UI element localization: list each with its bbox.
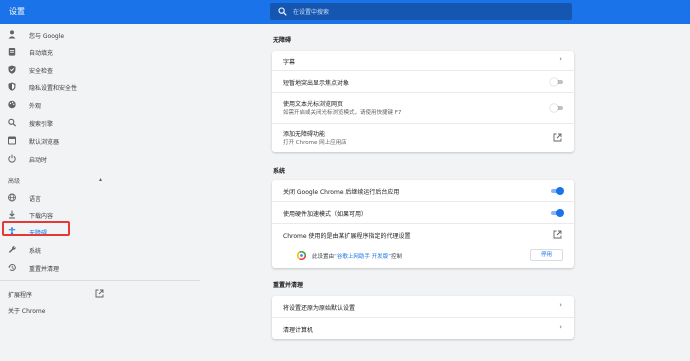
advanced-label: 高级 [8,178,21,185]
sidebar-item-system[interactable]: 系统 [8,243,188,257]
hardware-acceleration-label: 使用硬件加速模式（如果可用） [283,211,368,218]
open-in-new-icon [553,230,562,239]
sidebar: 您与 Google 自动填充 安全检查 隐私设置和安全性 外观 搜索引擎 默认浏… [0,24,200,361]
history-icon [8,264,16,271]
captions-label: 字幕 [283,59,296,66]
search-placeholder: 在设置中搜索 [293,9,330,16]
sidebar-item-you-and-google[interactable]: 您与 Google [8,28,188,42]
search-engine-icon [8,118,16,127]
focus-highlight-label: 短暂地突出显示焦点对象 [283,80,350,87]
chevron-right-icon: › [559,323,562,331]
open-in-new-icon [553,133,562,142]
cleanup-computer-row[interactable]: 清理计算机 › [272,318,574,339]
sidebar-divider [0,280,200,281]
accessibility-section-title: 无障碍 [273,37,292,44]
policy-extension-link[interactable]: “谷歌上网助手 开发版” [334,254,391,260]
chevron-up-icon: ▴ [98,176,102,183]
sidebar-item-downloads[interactable]: 下载内容 [8,208,188,222]
cleanup-computer-label: 清理计算机 [283,327,314,334]
add-features-label: 添加无障碍功能 [283,131,326,138]
sidebar-item-reset[interactable]: 重置并清理 [8,261,188,275]
extension-logo-icon [297,251,306,260]
caret-browsing-toggle[interactable] [550,104,564,112]
settings-title: 设置 [9,7,25,16]
background-apps-label: 关闭 Google Chrome 后继续运行后台应用 [283,189,400,196]
open-in-new-icon [95,289,104,298]
sidebar-item-label: 重置并清理 [29,266,60,273]
focus-highlight-toggle[interactable] [550,78,564,86]
sidebar-item-default-browser[interactable]: 默认浏览器 [8,134,188,148]
sidebar-item-label: 下载内容 [29,213,54,220]
sidebar-item-label: 系统 [29,248,42,255]
system-section-title: 系统 [273,168,286,175]
captions-row[interactable]: 字幕 › [272,51,574,70]
focus-highlight-row[interactable]: 短暂地突出显示焦点对象 [272,71,574,92]
sidebar-item-label: 外观 [29,103,42,110]
sidebar-item-label: 扩展程序 [8,292,33,299]
browser-window-icon [8,136,16,145]
sidebar-item-label: 默认浏览器 [29,139,60,146]
sidebar-item-search-engine[interactable]: 搜索引擎 [8,116,188,130]
top-bar: 设置 在设置中搜索 [0,0,690,24]
download-icon [9,210,15,219]
system-card: 关闭 Google Chrome 后继续运行后台应用 使用硬件加速模式（如果可用… [272,180,574,268]
accessibility-card: 字幕 › 短暂地突出显示焦点对象 使用文本光标浏览网页 如需开启或关闭光标浏览模… [272,51,574,152]
proxy-settings-row[interactable]: Chrome 使用的是由某扩展程序指定的代理设置 [272,224,574,245]
person-icon [8,30,16,39]
advanced-section-toggle[interactable]: 高级 ▴ [8,175,102,185]
highlight-box [2,221,70,236]
power-icon [8,154,16,163]
sidebar-item-languages[interactable]: 语言 [8,191,188,205]
wrench-icon [8,246,16,253]
add-accessibility-features-row[interactable]: 添加无障碍功能 打开 Chrome 网上应用店 [272,124,574,152]
sidebar-item-privacy[interactable]: 隐私设置和安全性 [8,80,188,94]
search-input[interactable]: 在设置中搜索 [270,3,572,20]
sidebar-item-extensions[interactable]: 扩展程序 [8,288,104,300]
caret-browsing-label: 使用文本光标浏览网页 [283,101,344,108]
caret-browsing-row[interactable]: 使用文本光标浏览网页 如需开启或关闭光标浏览模式，请使用快捷键 F7 [272,93,574,123]
shield-icon [8,65,16,74]
sidebar-item-label: 启动时 [29,157,48,164]
sidebar-item-label: 语言 [29,196,42,203]
globe-icon [8,193,16,202]
search-icon [278,7,287,16]
disable-extension-button[interactable]: 停用 [530,249,563,261]
proxy-settings-label: Chrome 使用的是由某扩展程序指定的代理设置 [283,233,411,240]
caret-browsing-description: 如需开启或关闭光标浏览模式，请使用快捷键 F7 [283,110,402,116]
background-apps-row[interactable]: 关闭 Google Chrome 后继续运行后台应用 [272,180,574,201]
sidebar-item-label: 隐私设置和安全性 [29,85,78,92]
sidebar-item-label: 自动填充 [29,50,54,57]
sidebar-item-on-startup[interactable]: 启动时 [8,152,188,166]
background-apps-toggle[interactable] [550,187,564,195]
sidebar-item-label: 搜索引擎 [29,121,54,128]
sidebar-item-safety-check[interactable]: 安全检查 [8,63,188,77]
sidebar-item-label: 您与 Google [29,33,65,40]
restore-defaults-row[interactable]: 将设置还原为原始默认设置 › [272,296,574,317]
privacy-shield-icon [8,82,16,91]
policy-text: 此设置由“谷歌上网助手 开发版”控制 [312,254,402,260]
clipboard-icon [8,48,16,56]
restore-defaults-label: 将设置还原为原始默认设置 [283,305,356,312]
palette-icon [8,100,16,109]
chevron-right-icon: › [559,301,562,309]
add-features-description: 打开 Chrome 网上应用店 [283,140,347,146]
sidebar-item-about-chrome[interactable]: 关于 Chrome [8,306,45,315]
sidebar-item-label: 安全检查 [29,68,54,75]
reset-section-title: 重置并清理 [273,282,304,289]
hardware-acceleration-row[interactable]: 使用硬件加速模式（如果可用） [272,202,574,223]
reset-card: 将设置还原为原始默认设置 › 清理计算机 › [272,296,574,339]
sidebar-item-autofill[interactable]: 自动填充 [8,45,188,59]
hardware-acceleration-toggle[interactable] [550,209,564,217]
chevron-right-icon: › [559,55,562,63]
extension-policy-row: 此设置由“谷歌上网助手 开发版”控制 停用 [272,245,574,266]
sidebar-item-appearance[interactable]: 外观 [8,98,188,112]
